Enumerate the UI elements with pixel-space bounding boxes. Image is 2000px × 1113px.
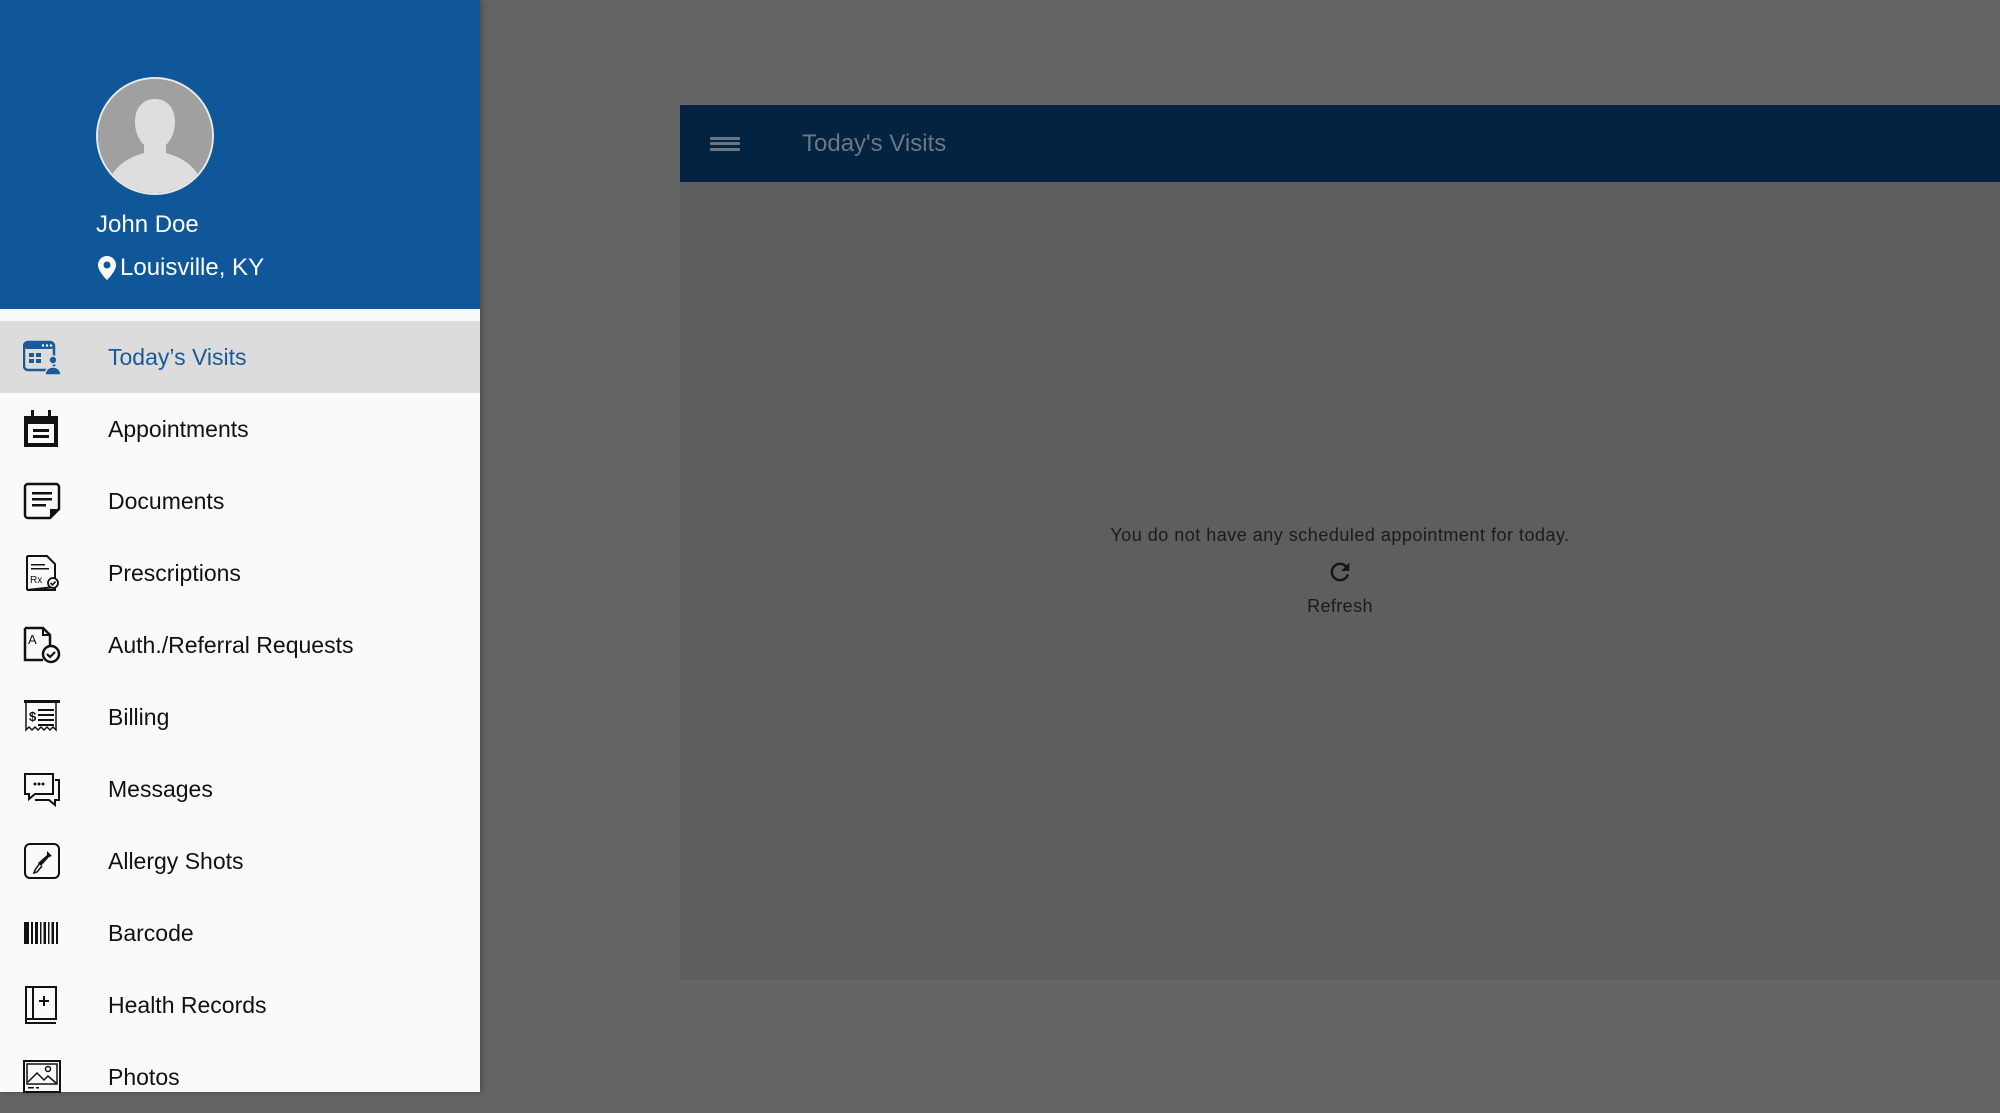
nav-item-label: Allergy Shots (108, 847, 244, 874)
document-icon (23, 482, 61, 520)
auth-referral-icon: A (23, 626, 61, 664)
messages-icon (23, 770, 61, 808)
nav-item-photos[interactable]: Photos (0, 1041, 480, 1113)
default-user-avatar-icon (98, 79, 212, 193)
refresh-button[interactable]: Refresh (1307, 558, 1373, 617)
avatar[interactable] (96, 77, 214, 195)
drawer-header: John Doe Louisville, KY (0, 0, 480, 309)
health-book-icon (23, 986, 61, 1024)
main-content-panel: Today's Visits You do not have any sched… (680, 105, 2000, 980)
dropper-icon (23, 842, 61, 880)
navigation-drawer: John Doe Louisville, KY Today’s Visits A… (0, 0, 480, 1093)
nav-item-appointments[interactable]: Appointments (0, 393, 480, 465)
calendar-user-icon (23, 338, 61, 376)
nav-item-todays-visits[interactable]: Today’s Visits (0, 321, 480, 393)
user-location-text: Louisville, KY (120, 254, 265, 281)
page-title: Today's Visits (802, 129, 947, 157)
nav-item-label: Health Records (108, 991, 267, 1018)
app-bar: Today's Visits (680, 105, 2000, 182)
nav-item-label: Barcode (108, 919, 194, 946)
empty-message: You do not have any scheduled appointmen… (1110, 525, 1570, 545)
nav-item-prescriptions[interactable]: Rx Prescriptions (0, 537, 480, 609)
nav-item-label: Photos (108, 1063, 180, 1090)
nav-item-label: Documents (108, 487, 225, 514)
refresh-label: Refresh (1307, 596, 1373, 616)
prescription-icon: Rx (23, 554, 61, 592)
nav-item-messages[interactable]: Messages (0, 753, 480, 825)
nav-item-label: Billing (108, 703, 170, 730)
user-name: John Doe (96, 211, 199, 238)
map-pin-icon (98, 256, 116, 280)
nav-list: Today’s Visits Appointments Documents Rx… (0, 321, 480, 1113)
nav-item-label: Appointments (108, 415, 249, 442)
svg-text:A: A (28, 632, 37, 647)
nav-item-auth-referral-requests[interactable]: A Auth./Referral Requests (0, 609, 480, 681)
nav-item-label: Messages (108, 775, 213, 802)
empty-state: You do not have any scheduled appointmen… (680, 525, 2000, 617)
user-location: Louisville, KY (98, 254, 264, 282)
nav-item-barcode[interactable]: Barcode (0, 897, 480, 969)
nav-item-label: Auth./Referral Requests (108, 631, 354, 658)
svg-text:$: $ (29, 709, 37, 724)
hamburger-menu-icon[interactable] (710, 133, 740, 155)
barcode-icon (23, 914, 61, 952)
nav-item-label: Prescriptions (108, 559, 241, 586)
nav-item-health-records[interactable]: Health Records (0, 969, 480, 1041)
svg-text:Rx: Rx (30, 575, 42, 586)
photo-icon (23, 1058, 61, 1096)
nav-item-label: Today’s Visits (108, 343, 247, 370)
calendar-icon (23, 410, 61, 448)
refresh-icon (1330, 562, 1350, 582)
nav-item-allergy-shots[interactable]: Allergy Shots (0, 825, 480, 897)
nav-item-billing[interactable]: $ Billing (0, 681, 480, 753)
nav-item-documents[interactable]: Documents (0, 465, 480, 537)
billing-receipt-icon: $ (23, 698, 61, 736)
